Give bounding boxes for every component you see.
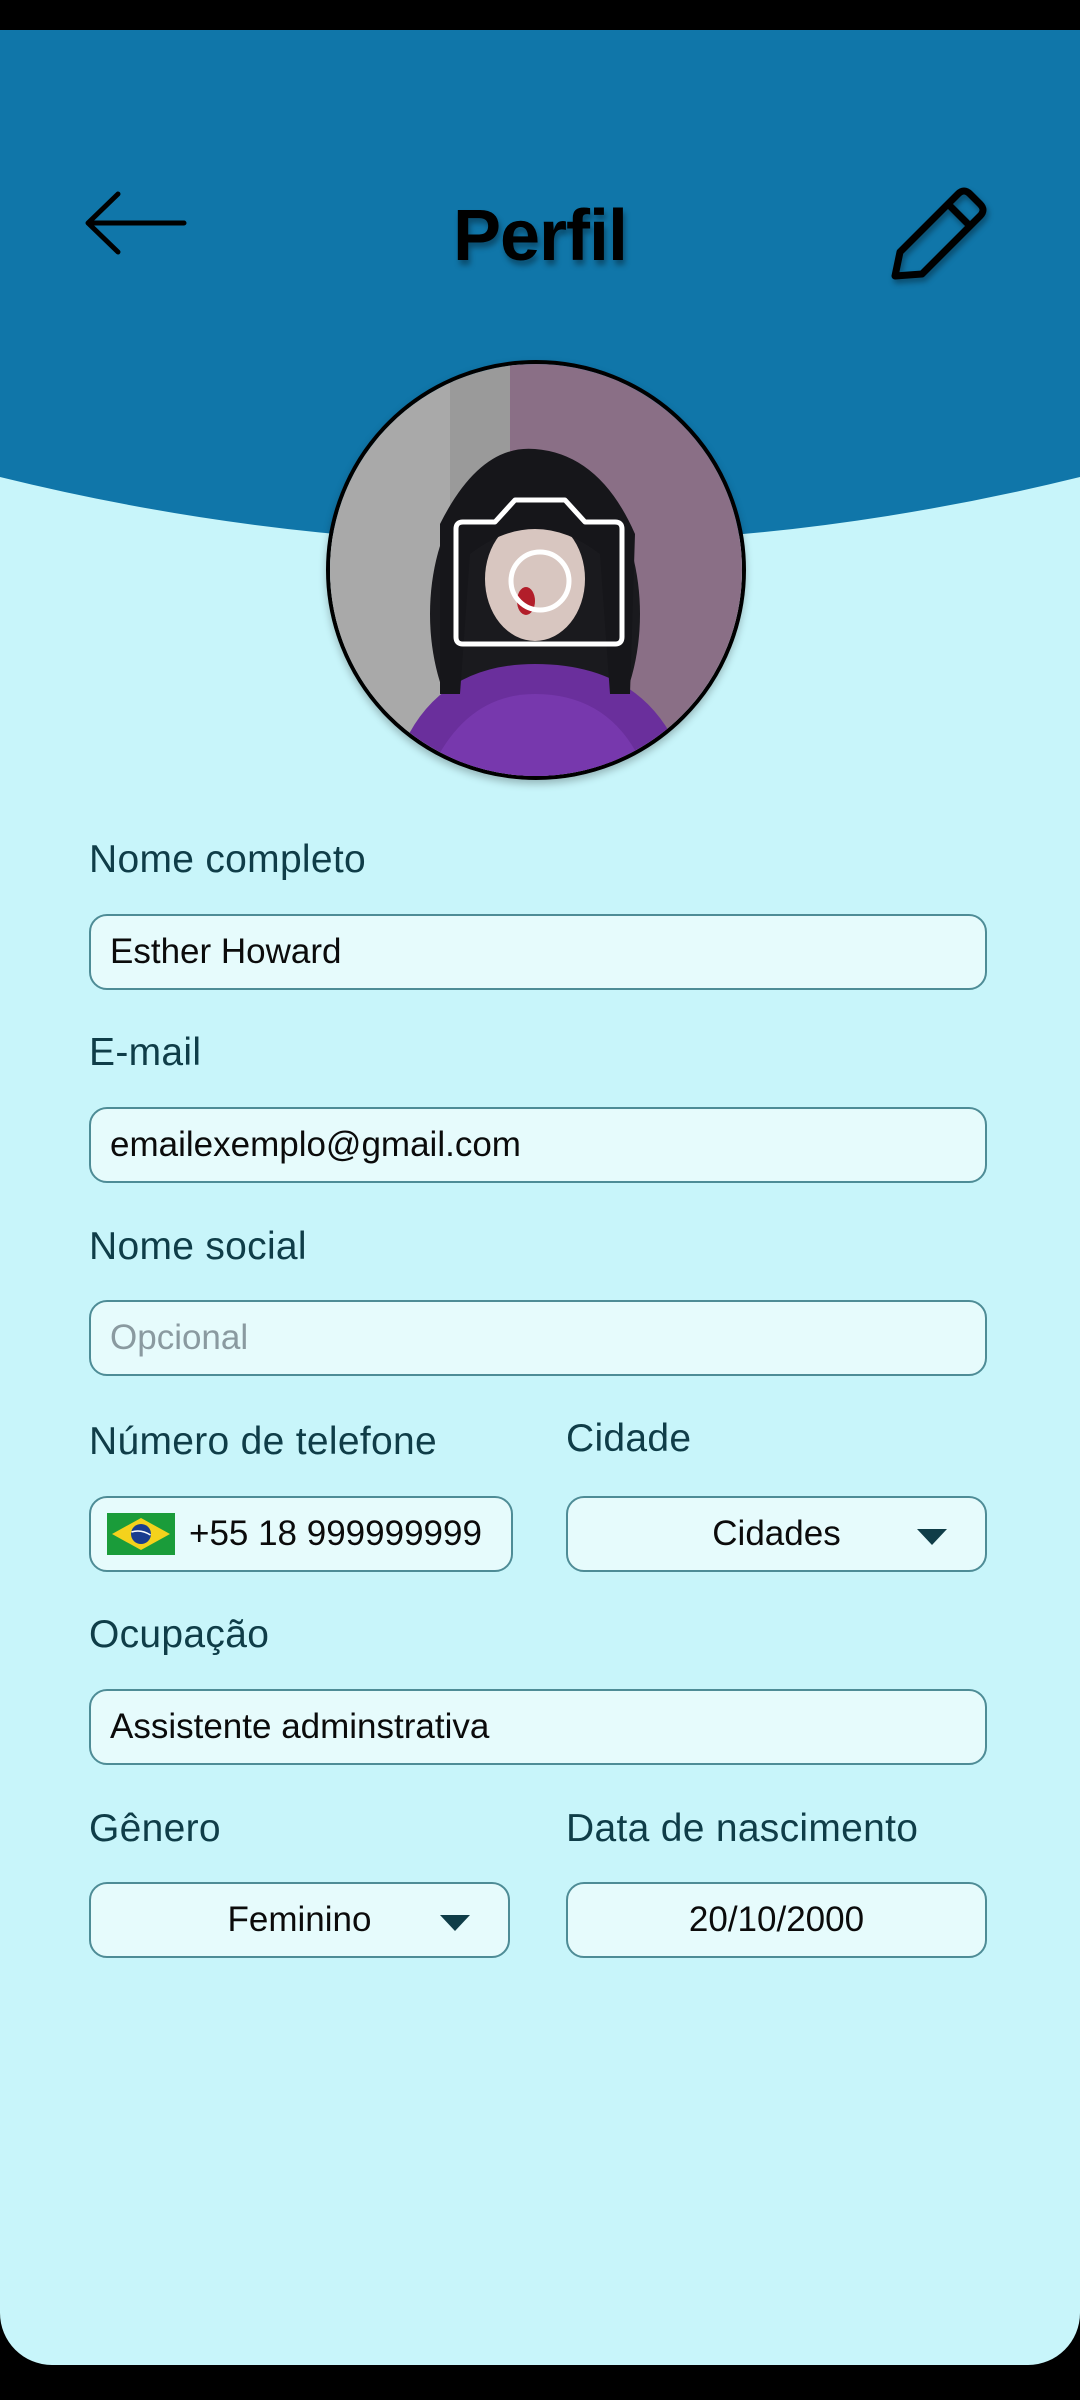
email-label: E-mail [89,1031,202,1074]
social-name-input[interactable]: Opcional [89,1300,987,1376]
city-dropdown-value: Cidades [712,1514,841,1553]
city-dropdown[interactable]: Cidades [566,1496,987,1572]
full-name-input[interactable]: Esther Howard [89,914,987,990]
profile-screen: Perfil Nome completo Esther Howard E-mai… [0,30,1080,2365]
social-name-label: Nome social [89,1225,307,1268]
edit-profile-button[interactable] [880,180,990,290]
email-input[interactable]: emailexemplo@gmail.com [89,1107,987,1183]
phone-label: Número de telefone [89,1420,437,1463]
camera-icon [453,497,625,647]
birth-date-input[interactable]: 20/10/2000 [566,1882,987,1958]
caret-down-icon [440,1915,470,1931]
gender-dropdown-value: Feminino [227,1900,372,1939]
gender-label: Gênero [89,1807,221,1850]
full-name-label: Nome completo [89,838,367,881]
caret-down-icon [917,1529,947,1545]
occupation-input[interactable]: Assistente adminstrativa [89,1689,987,1765]
brazil-flag-icon [107,1513,175,1555]
birth-date-label: Data de nascimento [566,1807,919,1850]
city-label: Cidade [566,1417,692,1460]
phone-input[interactable]: +55 18 999999999 [89,1496,513,1572]
occupation-label: Ocupação [89,1613,270,1656]
gender-dropdown[interactable]: Feminino [89,1882,510,1958]
phone-number-text: +55 18 999999999 [189,1514,482,1553]
profile-photo-button[interactable] [326,360,746,780]
pencil-icon [891,187,987,280]
